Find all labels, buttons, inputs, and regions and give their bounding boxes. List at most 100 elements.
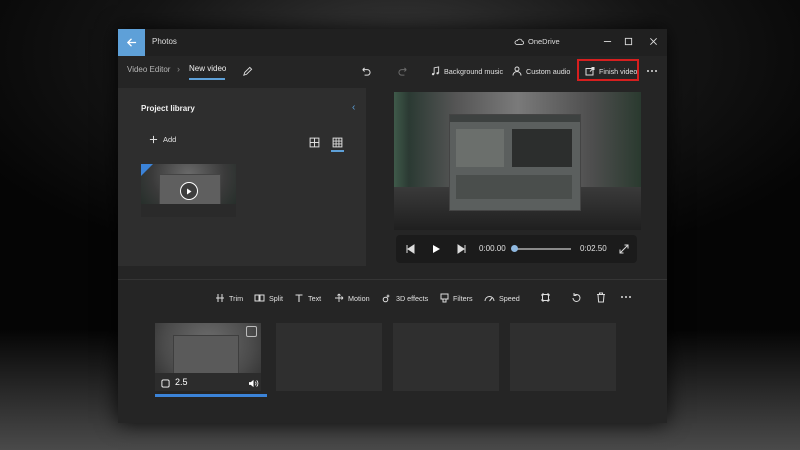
current-time: 0:00.00	[479, 244, 506, 253]
crop-button[interactable]	[539, 291, 551, 303]
minimize-icon	[603, 40, 611, 42]
large-grid-view-button[interactable]	[309, 135, 321, 148]
back-arrow-icon	[126, 38, 137, 47]
filters-button[interactable]: Filters	[440, 292, 473, 304]
close-icon	[649, 37, 657, 45]
video-preview	[394, 92, 641, 230]
storyboard-more-button[interactable]	[619, 291, 633, 303]
rotate-icon	[572, 292, 580, 302]
breadcrumb-current: New video	[189, 64, 227, 73]
rotate-button[interactable]	[570, 291, 582, 303]
custom-audio-button[interactable]: Custom audio	[512, 64, 570, 78]
delete-button[interactable]	[595, 291, 607, 303]
preview-screen-content	[449, 114, 581, 211]
custom-audio-icon	[512, 66, 522, 76]
storyboard-clip[interactable]: 2.5	[155, 323, 261, 391]
panel-divider	[118, 279, 667, 280]
redo-button[interactable]	[396, 64, 410, 78]
music-note-icon	[431, 66, 440, 76]
breadcrumb-video-editor[interactable]: Video Editor	[127, 65, 170, 74]
add-media-button[interactable]: Add	[149, 135, 176, 144]
filters-label: Filters	[453, 293, 473, 303]
seek-bar[interactable]	[515, 248, 571, 250]
empty-storyboard-slot[interactable]	[393, 323, 499, 391]
background-music-button[interactable]: Background music	[431, 64, 503, 78]
added-to-project-marker	[141, 164, 153, 176]
filters-icon	[440, 293, 449, 303]
text-icon	[295, 294, 303, 302]
trim-button[interactable]: Trim	[215, 292, 243, 304]
view-selected-indicator	[331, 150, 344, 152]
clip-duration-icon	[161, 379, 170, 388]
app-title: Photos	[152, 37, 177, 46]
empty-storyboard-slot[interactable]	[276, 323, 382, 391]
motion-icon	[335, 293, 344, 302]
undo-button[interactable]	[358, 64, 372, 78]
play-icon	[432, 245, 440, 253]
library-video-thumbnail[interactable]	[141, 164, 236, 217]
expand-icon	[619, 244, 629, 254]
effects-icon	[382, 294, 390, 303]
finish-video-highlight	[577, 59, 639, 81]
3d-effects-label: 3D effects	[396, 293, 429, 303]
breadcrumb-underline	[189, 78, 225, 80]
split-icon	[254, 294, 265, 302]
speed-icon	[484, 296, 495, 302]
3d-effects-button[interactable]: 3D effects	[382, 292, 428, 304]
trim-label: Trim	[229, 293, 244, 303]
split-button[interactable]: Split	[254, 292, 283, 304]
onedrive-status[interactable]: OneDrive	[514, 37, 560, 46]
cloud-icon	[514, 38, 524, 45]
project-library-panel: Project library ‹ Add	[118, 88, 366, 266]
more-icon	[621, 296, 631, 298]
breadcrumb-chevron-icon: ›	[177, 64, 180, 74]
more-icon	[647, 70, 657, 72]
text-label: Text	[308, 293, 322, 303]
photos-window: Photos OneDrive Video Editor › New video	[118, 29, 667, 423]
next-frame-button[interactable]	[456, 243, 468, 255]
play-button[interactable]	[430, 243, 442, 255]
add-label: Add	[163, 135, 177, 144]
close-button[interactable]	[646, 34, 660, 48]
trash-icon	[597, 292, 605, 302]
clip-duration: 2.5	[175, 377, 188, 387]
rename-button[interactable]	[240, 64, 254, 78]
motion-label: Motion	[348, 293, 370, 303]
library-title: Project library	[141, 104, 195, 113]
maximize-icon	[624, 37, 632, 45]
skip-back-icon	[406, 244, 415, 254]
crop-icon	[540, 292, 550, 302]
playback-controls: 0:00.00 0:02.50	[396, 235, 637, 263]
seek-thumb[interactable]	[511, 245, 518, 252]
fullscreen-button[interactable]	[618, 243, 630, 255]
clip-select-checkbox[interactable]	[246, 326, 257, 337]
trim-icon	[216, 294, 224, 302]
speed-button[interactable]: Speed	[484, 292, 520, 304]
text-button[interactable]: Text	[294, 292, 321, 304]
editor-toolbar: Video Editor › New video Background musi…	[118, 56, 667, 88]
plus-icon	[149, 135, 158, 144]
clip-selected-indicator	[155, 394, 267, 397]
motion-button[interactable]: Motion	[334, 292, 370, 304]
back-button[interactable]	[118, 29, 145, 56]
pencil-icon	[242, 66, 252, 76]
more-options-button[interactable]	[645, 64, 659, 78]
collapse-chevron-icon[interactable]: ‹	[352, 102, 355, 113]
split-label: Split	[269, 293, 283, 303]
large-grid-icon	[309, 137, 320, 148]
speed-label: Speed	[499, 293, 520, 303]
small-grid-icon	[332, 137, 343, 148]
maximize-button[interactable]	[621, 34, 635, 48]
custom-audio-label: Custom audio	[526, 66, 571, 76]
undo-icon	[361, 66, 371, 76]
background-music-label: Background music	[444, 66, 504, 76]
redo-icon	[397, 66, 407, 76]
previous-frame-button[interactable]	[404, 243, 416, 255]
empty-storyboard-slot[interactable]	[510, 323, 616, 391]
title-bar: Photos OneDrive	[118, 29, 667, 56]
small-grid-view-button[interactable]	[332, 135, 344, 148]
play-circle-icon	[180, 182, 198, 200]
onedrive-label: OneDrive	[528, 37, 560, 46]
minimize-button[interactable]	[600, 34, 614, 48]
volume-icon[interactable]	[248, 379, 259, 388]
